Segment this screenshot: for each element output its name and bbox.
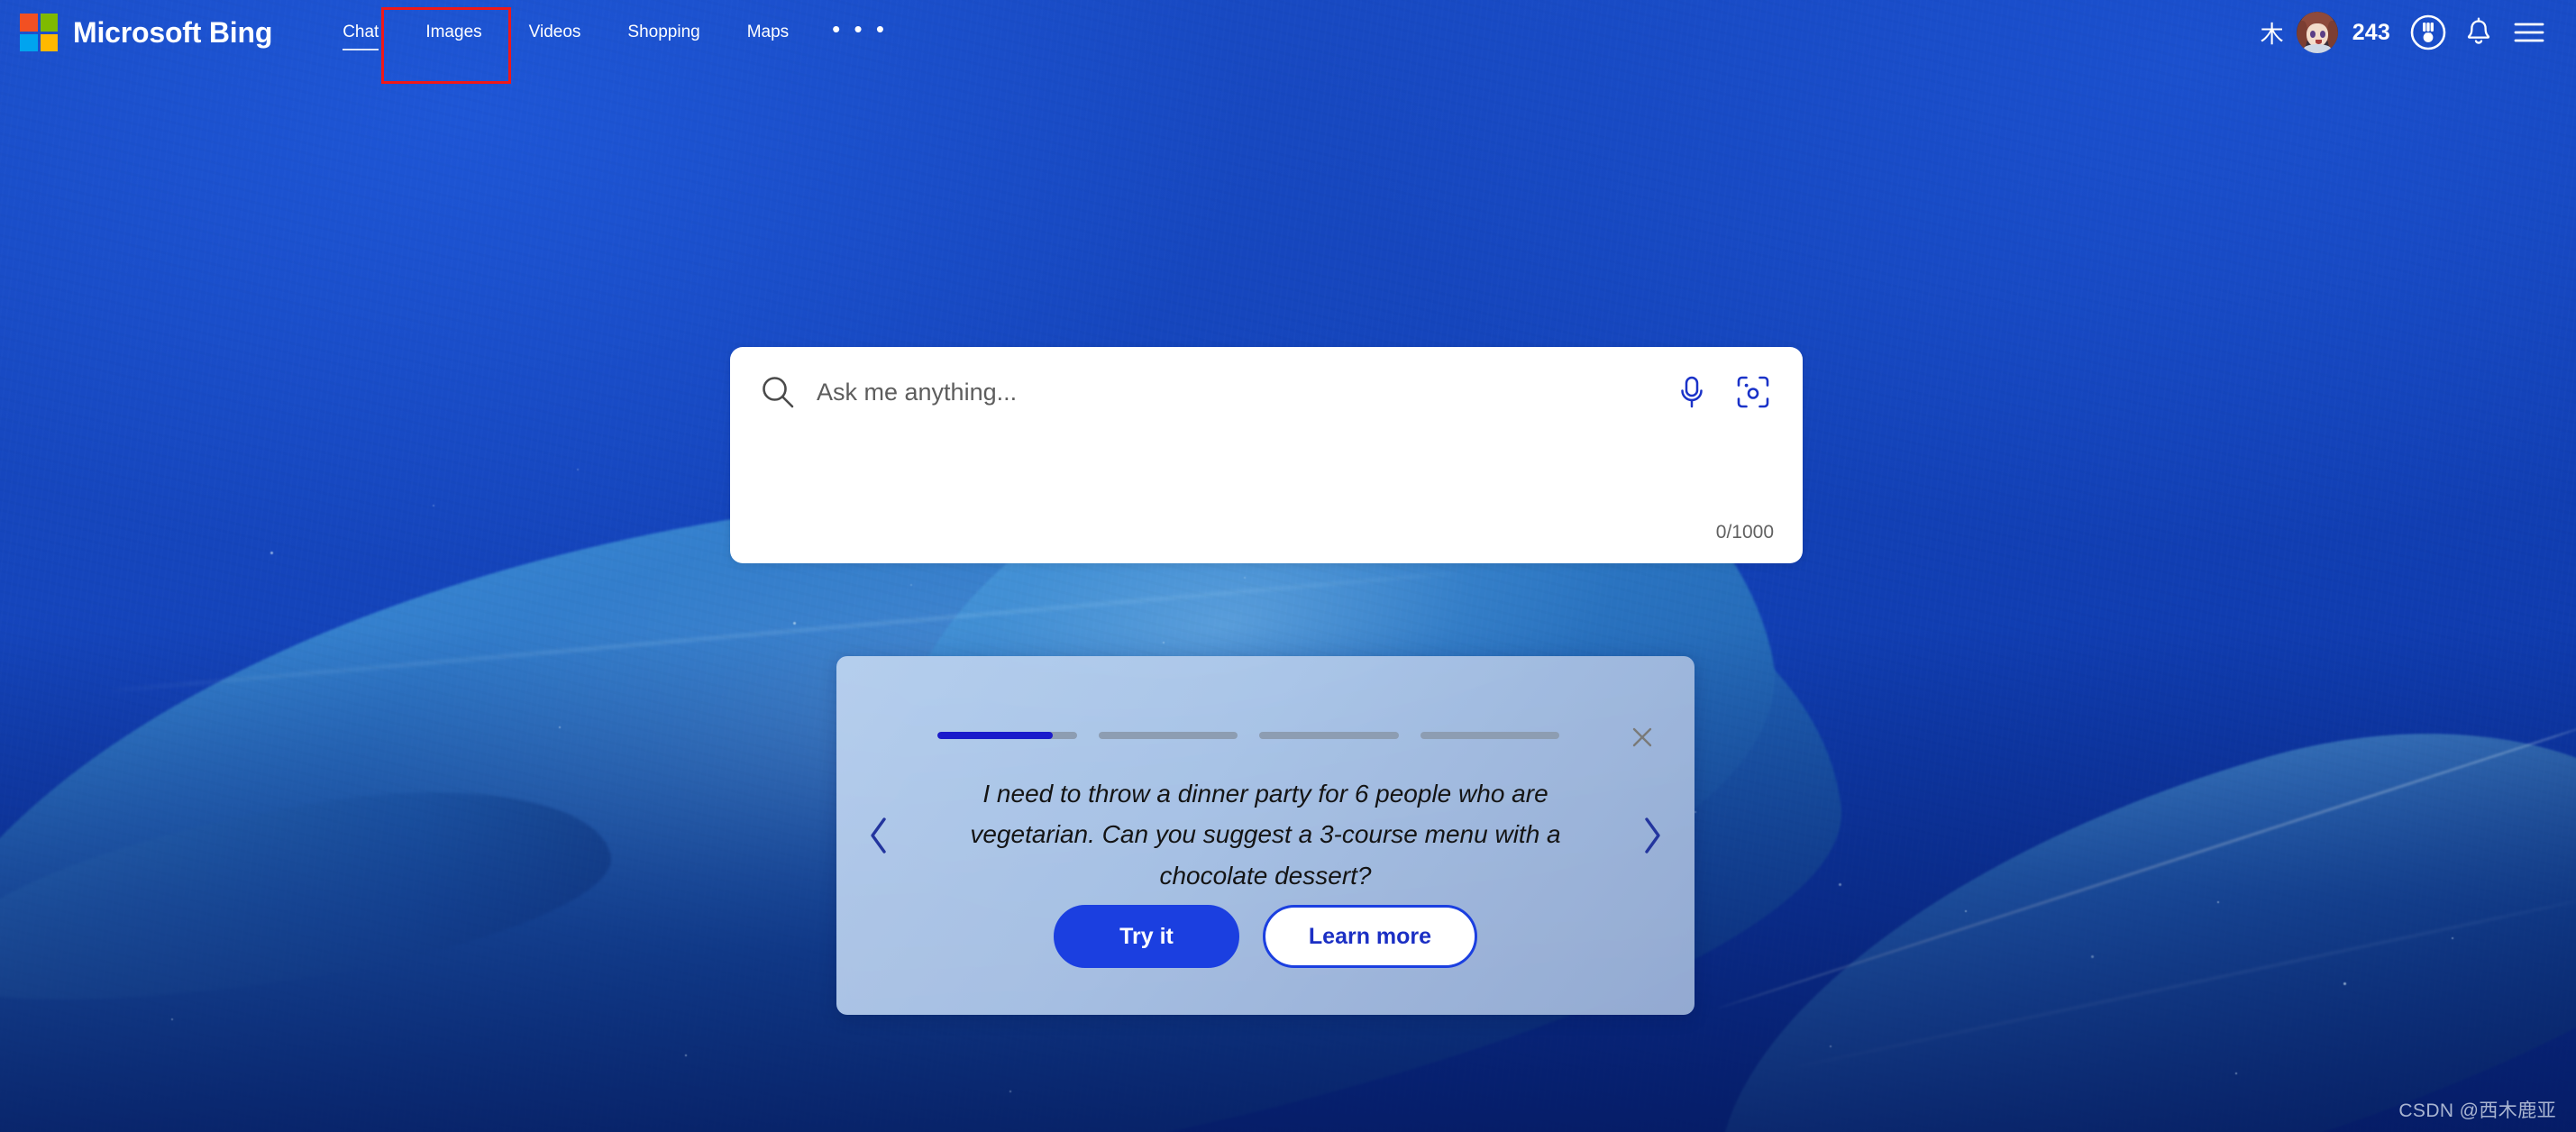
progress-segment[interactable]: [1420, 732, 1560, 739]
language-glyph[interactable]: 木: [2248, 16, 2297, 50]
nav-item-maps[interactable]: Maps: [724, 0, 812, 65]
card-actions: Try it Learn more: [836, 905, 1694, 968]
brand-name: Microsoft Bing: [73, 16, 272, 50]
search-icon: [759, 373, 797, 411]
nav-item-shopping[interactable]: Shopping: [604, 0, 723, 65]
progress-segment[interactable]: [937, 732, 1077, 739]
search-actions: [1669, 370, 1776, 415]
chevron-right-icon[interactable]: [1628, 808, 1676, 863]
character-counter: 0/1000: [1716, 522, 1774, 543]
microphone-icon[interactable]: [1669, 370, 1714, 415]
rewards-points[interactable]: 243: [2352, 20, 2403, 46]
search-box[interactable]: 0/1000: [730, 347, 1803, 563]
nav-item-videos[interactable]: Videos: [506, 0, 605, 65]
bing-brand[interactable]: Microsoft Bing: [20, 14, 272, 51]
nav-links: Chat Images Videos Shopping Maps • • •: [319, 0, 908, 65]
nav-more-icon[interactable]: • • •: [812, 0, 908, 61]
visual-search-icon[interactable]: [1731, 370, 1776, 415]
try-it-button[interactable]: Try it: [1054, 905, 1239, 968]
progress-segment[interactable]: [1099, 732, 1238, 739]
nav-item-images[interactable]: Images: [402, 0, 505, 65]
suggestion-prompt-text: I need to throw a dinner party for 6 peo…: [959, 773, 1572, 896]
microsoft-logo-icon: [20, 14, 58, 51]
hamburger-menu-icon[interactable]: [2504, 7, 2554, 58]
progress-segment[interactable]: [1259, 732, 1399, 739]
watermark: CSDN @西木鹿亚: [2398, 1096, 2556, 1123]
bell-icon[interactable]: [2453, 7, 2504, 58]
learn-more-button[interactable]: Learn more: [1263, 905, 1477, 968]
search-input-row: [730, 347, 1803, 437]
bing-homepage: Microsoft Bing Chat Images Videos Shoppi…: [0, 0, 2576, 1132]
rewards-medal-icon[interactable]: [2403, 7, 2453, 58]
top-navigation-bar: Microsoft Bing Chat Images Videos Shoppi…: [0, 0, 2576, 65]
close-icon[interactable]: [1624, 719, 1660, 755]
search-input[interactable]: [817, 367, 1669, 417]
avatar[interactable]: [2297, 12, 2338, 53]
chevron-left-icon[interactable]: [854, 808, 903, 863]
nav-item-chat[interactable]: Chat: [319, 0, 402, 65]
suggestion-carousel-card: I need to throw a dinner party for 6 peo…: [836, 656, 1694, 1015]
header-actions: 木 243: [2248, 7, 2576, 58]
carousel-progress: [937, 732, 1559, 739]
